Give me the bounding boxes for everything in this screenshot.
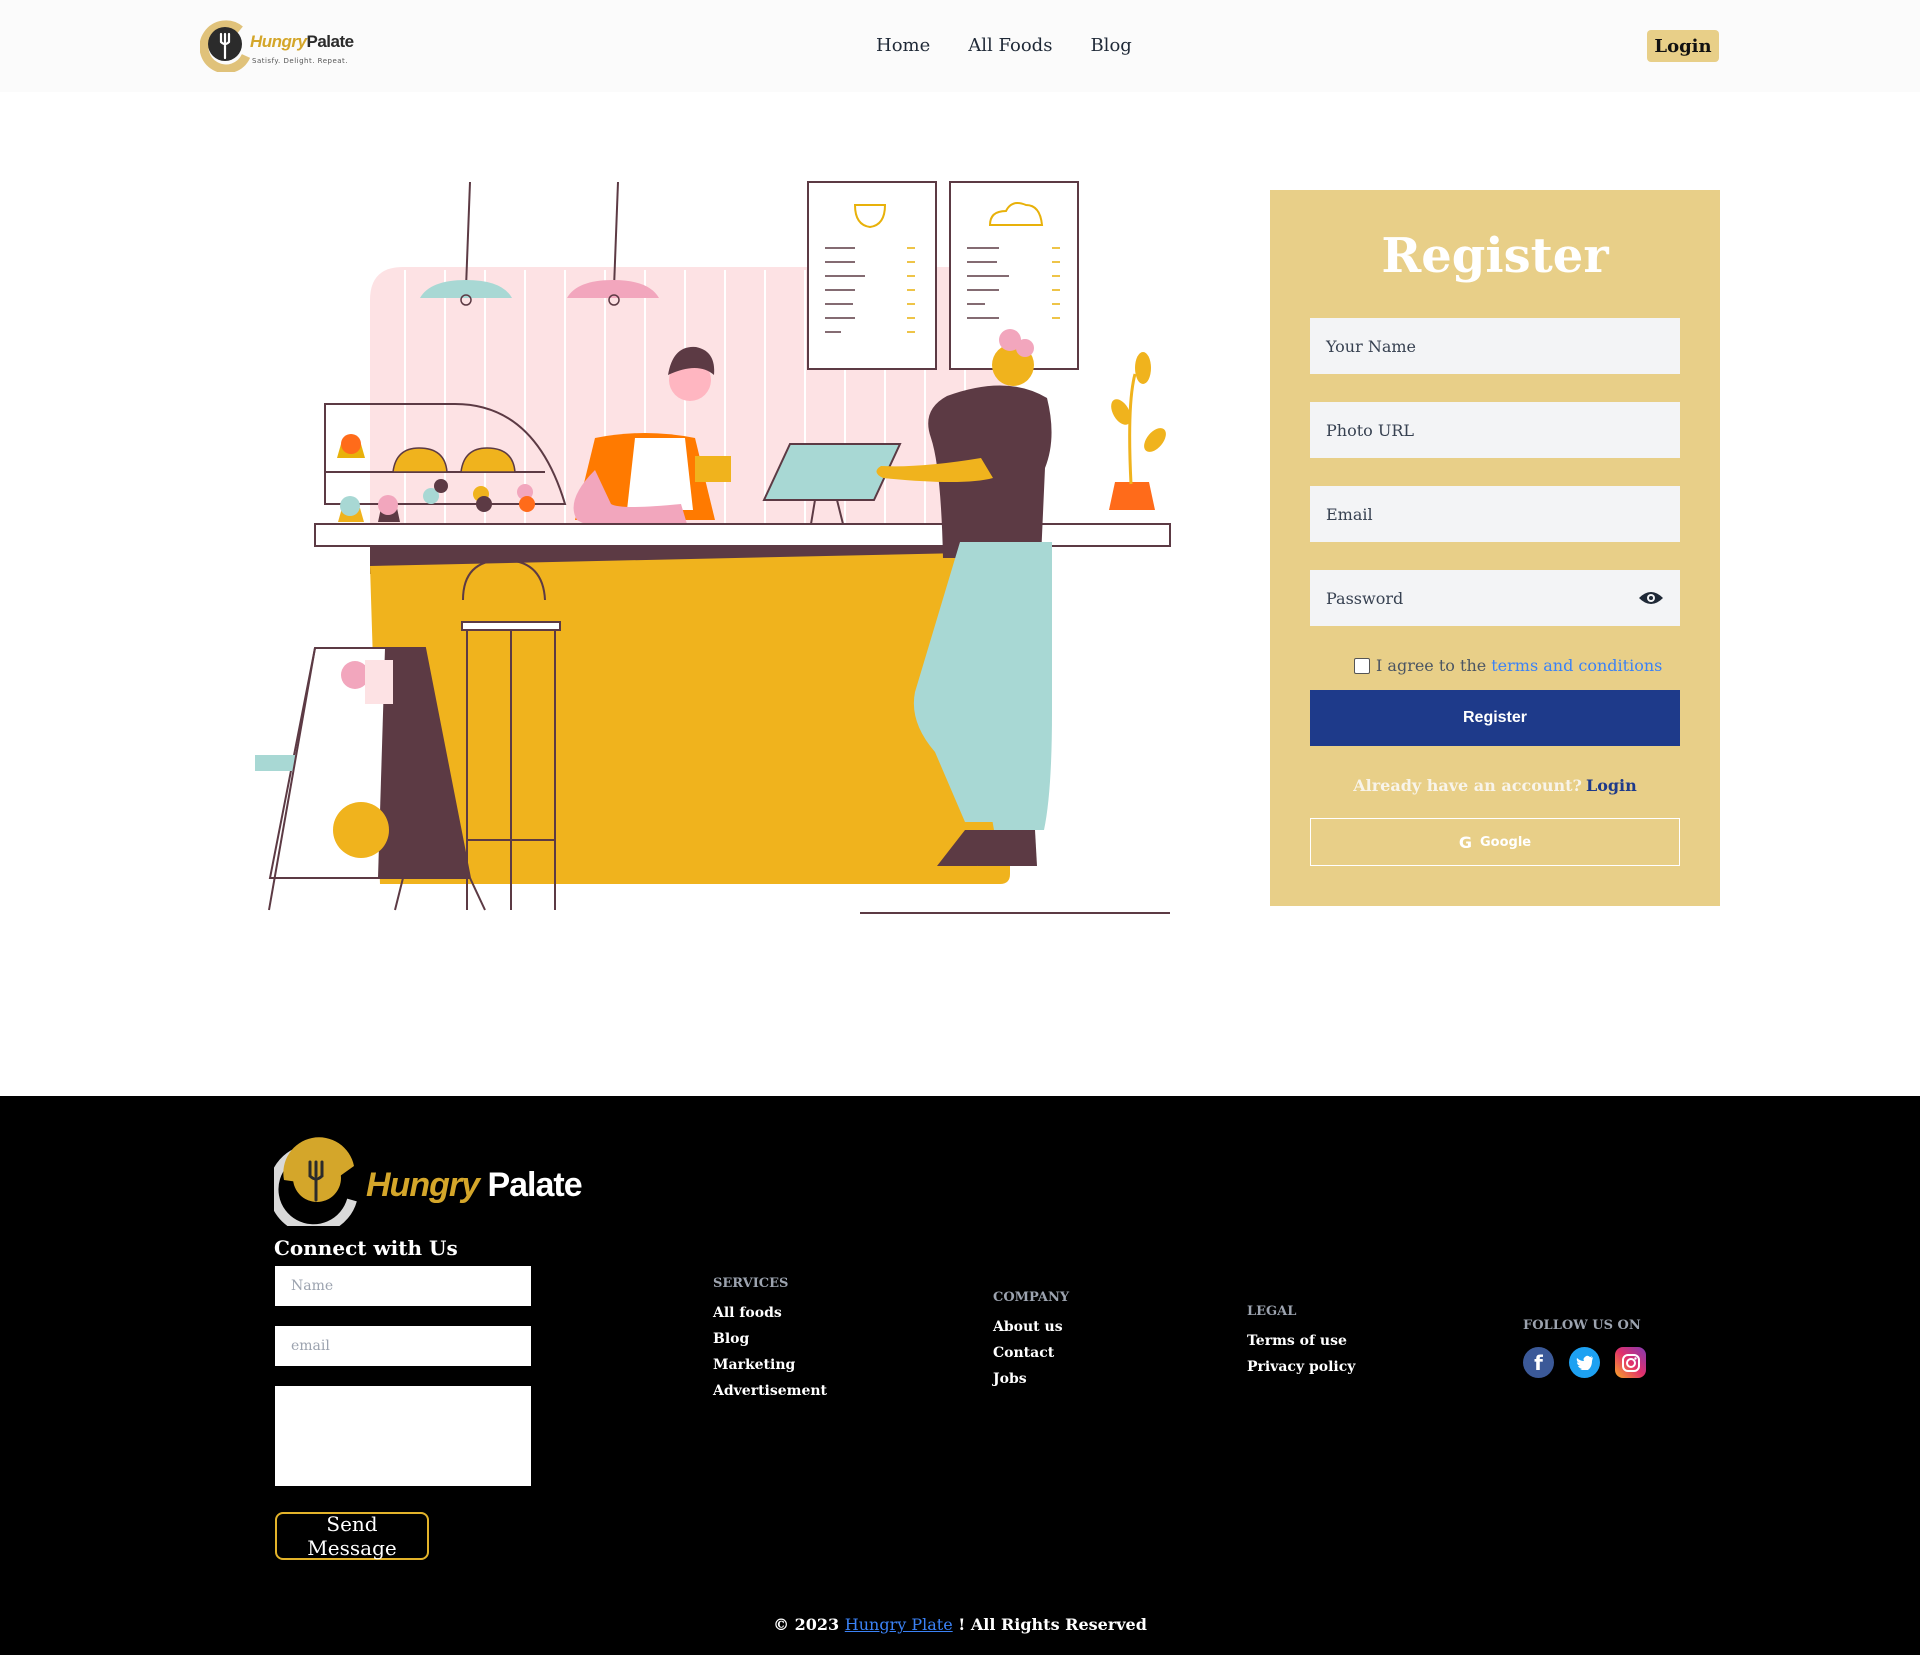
login-button[interactable]: Login — [1647, 30, 1719, 62]
terms-agreement: I agree to the terms and conditions — [1354, 656, 1662, 675]
follow-column: FOLLOW US ON f — [1523, 1318, 1646, 1378]
login-link[interactable]: Login — [1586, 776, 1637, 795]
footer-message-textarea[interactable] — [275, 1386, 531, 1486]
follow-title: FOLLOW US ON — [1523, 1318, 1641, 1333]
google-label: Google — [1480, 834, 1532, 850]
have-account-text: Already have an account? — [1353, 776, 1582, 795]
facebook-icon[interactable]: f — [1523, 1347, 1554, 1378]
legal-title: LEGAL — [1247, 1304, 1297, 1319]
nav-all-foods[interactable]: All Foods — [968, 35, 1052, 56]
footer: Hungry Palate Connect with Us Name email… — [0, 1096, 1920, 1655]
cafe-illustration — [255, 181, 1171, 914]
eye-icon[interactable] — [1638, 590, 1664, 606]
password-input[interactable]: Password — [1310, 570, 1680, 626]
terms-checkbox[interactable] — [1354, 657, 1370, 674]
footer-link-blog[interactable]: Blog — [713, 1331, 827, 1347]
photo-url-input[interactable]: Photo URL — [1310, 402, 1680, 458]
terms-link[interactable]: terms and conditions — [1491, 656, 1662, 675]
password-placeholder: Password — [1326, 588, 1404, 608]
footer-email-input[interactable]: email — [275, 1326, 531, 1366]
nav-home[interactable]: Home — [876, 35, 930, 56]
copyright: © 2023 Hungry Plate ! All Rights Reserve… — [0, 1615, 1920, 1634]
legal-column: LEGAL Terms of use Privacy policy — [1247, 1304, 1355, 1385]
agree-text: I agree to the — [1376, 656, 1487, 675]
register-title: Register — [1381, 228, 1609, 284]
footer-name-input[interactable]: Name — [275, 1266, 531, 1306]
social-icons: f — [1523, 1347, 1646, 1378]
nav-blog[interactable]: Blog — [1090, 35, 1131, 56]
services-title: SERVICES — [713, 1276, 789, 1291]
register-button[interactable]: Register — [1310, 690, 1680, 746]
footer-link-advertisement[interactable]: Advertisement — [713, 1383, 827, 1399]
footer-link-privacy[interactable]: Privacy policy — [1247, 1359, 1355, 1375]
navbar: HungryPalate Satisfy. Delight. Repeat. H… — [0, 0, 1920, 92]
copyright-link[interactable]: Hungry Plate — [845, 1615, 953, 1634]
footer-link-all-foods[interactable]: All foods — [713, 1305, 827, 1321]
brand-name: HungryPalate — [250, 32, 354, 51]
brand-logo[interactable]: HungryPalate Satisfy. Delight. Repeat. — [200, 20, 360, 72]
copyright-prefix: © 2023 — [773, 1615, 840, 1634]
main-nav: Home All Foods Blog — [876, 35, 1132, 56]
services-column: SERVICES All foods Blog Marketing Advert… — [713, 1276, 827, 1409]
twitter-icon[interactable] — [1569, 1347, 1600, 1378]
company-title: COMPANY — [993, 1290, 1070, 1305]
copyright-suffix: ! All Rights Reserved — [958, 1615, 1147, 1634]
google-icon: G — [1458, 832, 1472, 852]
register-card: Register Your Name Photo URL Email Passw… — [1270, 190, 1720, 906]
footer-link-contact[interactable]: Contact — [993, 1345, 1069, 1361]
connect-title: Connect with Us — [274, 1236, 458, 1260]
have-account-row: Already have an account? Login — [1270, 776, 1720, 795]
brand-tagline: Satisfy. Delight. Repeat. — [252, 57, 349, 65]
logo-mark-icon — [200, 20, 251, 72]
email-input[interactable]: Email — [1310, 486, 1680, 542]
name-input[interactable]: Your Name — [1310, 318, 1680, 374]
send-message-button[interactable]: Send Message — [275, 1512, 429, 1560]
footer-link-about[interactable]: About us — [993, 1319, 1069, 1335]
company-column: COMPANY About us Contact Jobs — [993, 1290, 1069, 1397]
footer-brand-name: Hungry Palate — [366, 1166, 583, 1204]
footer-link-jobs[interactable]: Jobs — [993, 1371, 1069, 1387]
google-signin-button[interactable]: G Google — [1310, 818, 1680, 866]
instagram-icon[interactable] — [1615, 1347, 1646, 1378]
footer-link-terms[interactable]: Terms of use — [1247, 1333, 1355, 1349]
footer-logo-mark-icon — [274, 1137, 357, 1226]
footer-logo[interactable]: Hungry Palate — [274, 1136, 583, 1226]
footer-link-marketing[interactable]: Marketing — [713, 1357, 827, 1373]
